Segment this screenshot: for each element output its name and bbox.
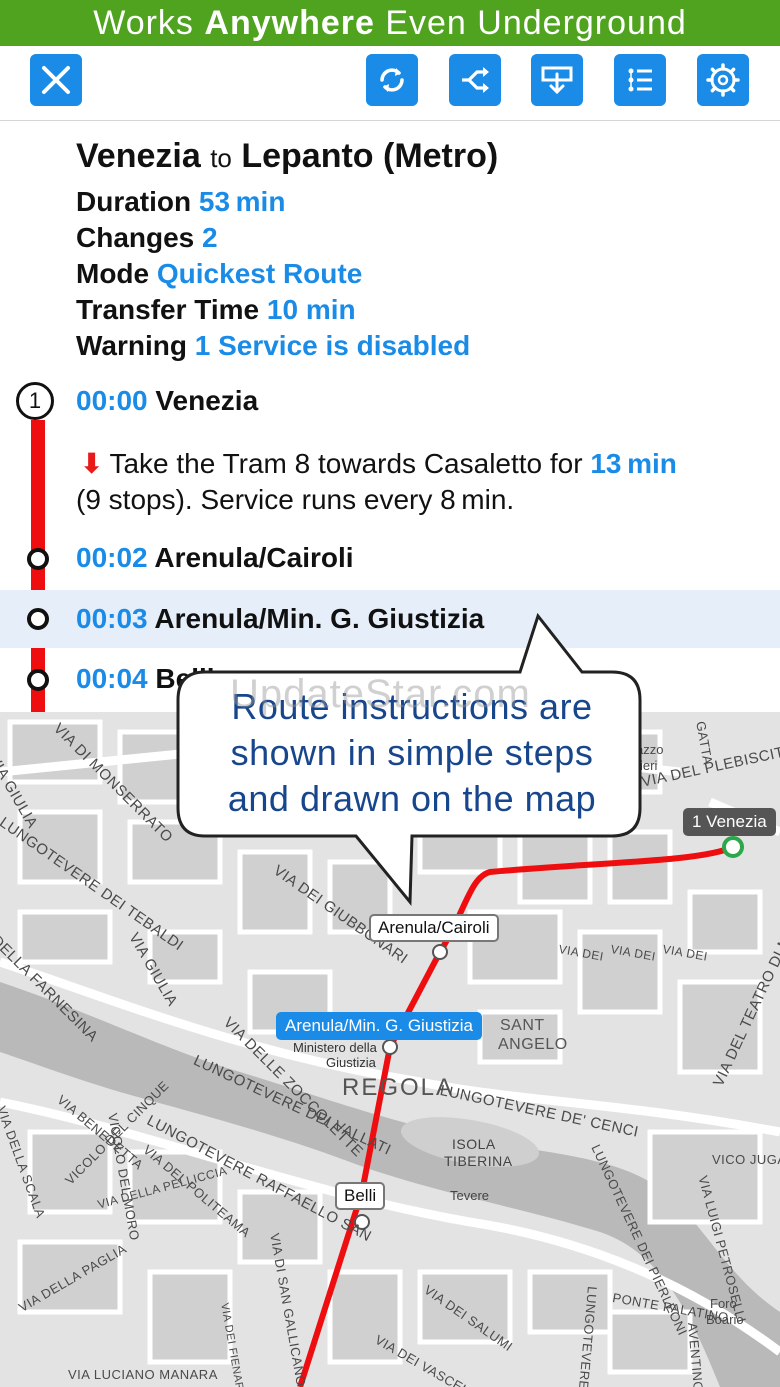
watermark: UpdateStar.com (230, 672, 531, 716)
callout-line: shown in simple steps (230, 732, 594, 773)
callout-line: and drawn on the map (227, 778, 597, 819)
